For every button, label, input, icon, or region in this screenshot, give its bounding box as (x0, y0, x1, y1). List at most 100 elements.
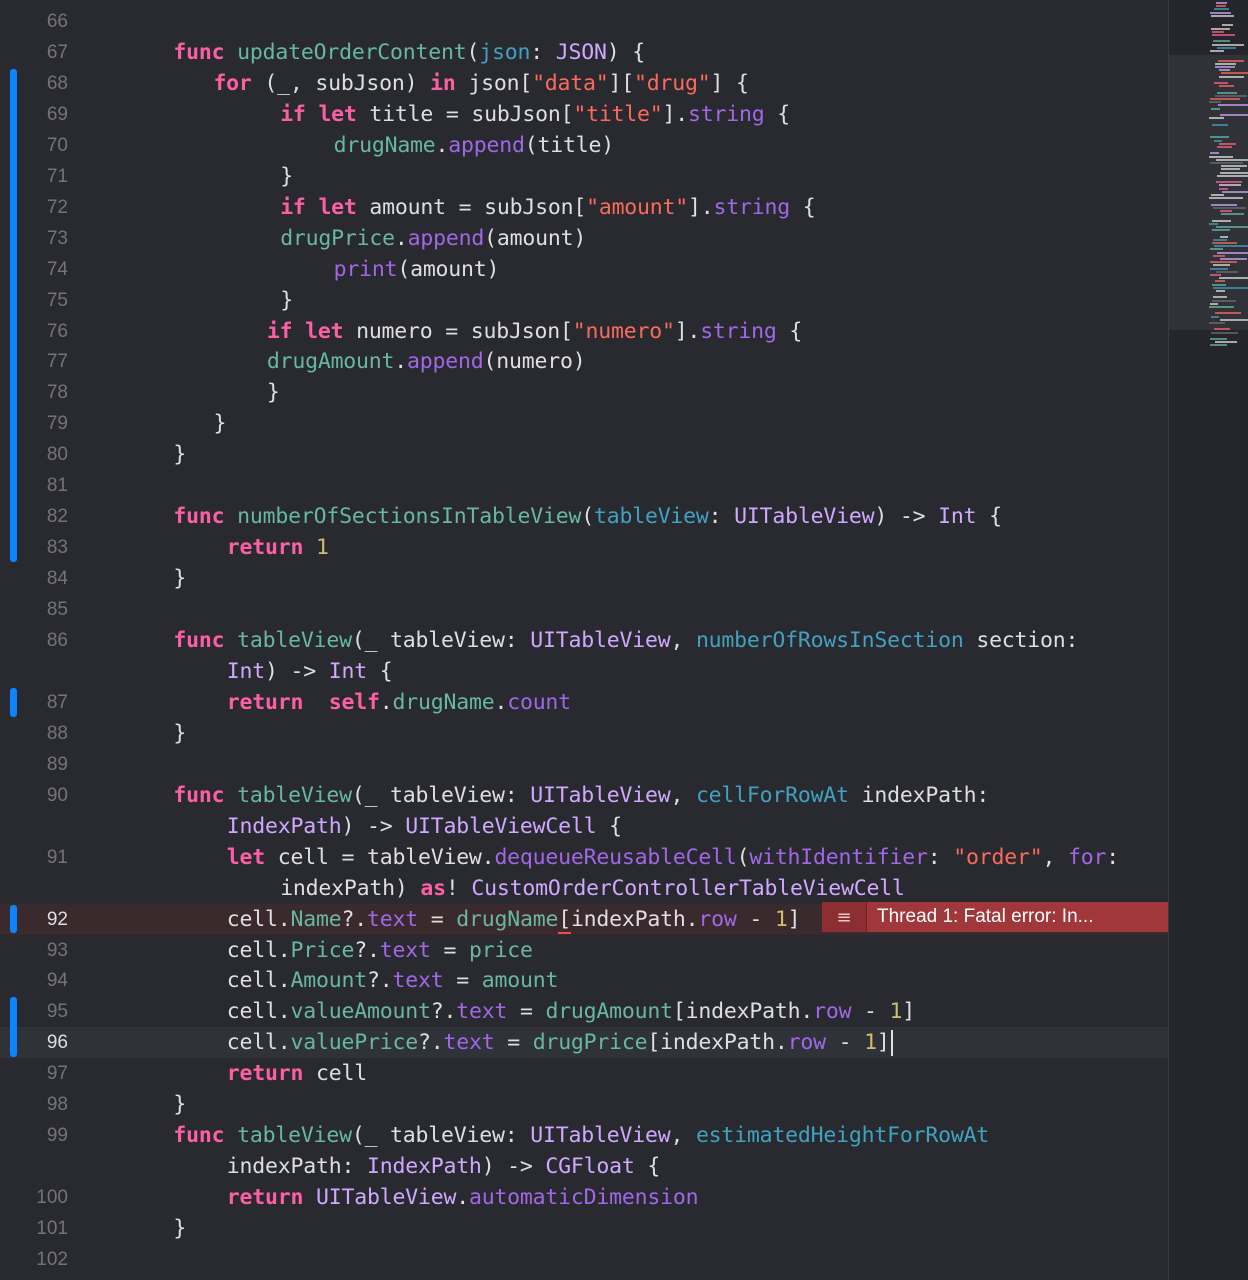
code-line[interactable]: 73 drugPrice.append(amount) (0, 223, 1168, 254)
code-line[interactable]: 76 if let numero = subJson["numero"].stri… (0, 316, 1168, 347)
code-text[interactable]: Int) -> Int { (227, 656, 393, 687)
code-text[interactable]: cell.valueAmount?.text = drugAmount[inde… (227, 996, 915, 1027)
code-line[interactable]: 74 print(amount) (0, 254, 1168, 285)
code-text[interactable]: drugPrice.append(amount) (280, 223, 586, 254)
change-bar[interactable] (10, 687, 17, 717)
line-number[interactable]: 102 (0, 1244, 68, 1275)
line-number[interactable]: 89 (0, 749, 68, 780)
line-number[interactable]: 90 (0, 780, 68, 811)
code-line[interactable]: 81 (0, 470, 1168, 501)
code-text[interactable]: indexPath) as! CustomOrderControllerTabl… (280, 873, 905, 904)
line-number[interactable]: 86 (0, 625, 68, 656)
code-line[interactable]: 99 func tableView(_ tableView: UITableVie… (0, 1120, 1168, 1151)
code-line[interactable]: 101} (0, 1213, 1168, 1244)
code-text[interactable]: } (280, 161, 293, 192)
code-line[interactable]: 88} (0, 718, 1168, 749)
code-line[interactable]: 70 drugName.append(title) (0, 130, 1168, 161)
code-text[interactable]: let cell = tableView.dequeueReusableCell… (227, 842, 1119, 873)
code-line[interactable]: 67 func updateOrderContent(json: JSON) { (0, 37, 1168, 68)
line-number[interactable]: 67 (0, 37, 68, 68)
code-line[interactable]: 98} (0, 1089, 1168, 1120)
code-text[interactable]: cell.Price?.text = price (227, 935, 533, 966)
code-line[interactable]: 86 func tableView(_ tableView: UITableVie… (0, 625, 1168, 656)
line-number[interactable]: 94 (0, 965, 68, 996)
code-line[interactable]: 84} (0, 563, 1168, 594)
line-number[interactable]: 91 (0, 842, 68, 873)
code-line[interactable]: 89 (0, 749, 1168, 780)
code-line[interactable]: 102 (0, 1244, 1168, 1275)
code-text[interactable]: drugAmount.append(numero) (267, 346, 586, 377)
code-text[interactable]: print(amount) (334, 254, 500, 285)
line-number[interactable]: 98 (0, 1089, 68, 1120)
line-number[interactable]: 88 (0, 718, 68, 749)
code-line[interactable]: 77 drugAmount.append(numero) (0, 346, 1168, 377)
line-number[interactable]: 97 (0, 1058, 68, 1089)
line-number[interactable]: 93 (0, 935, 68, 966)
code-line[interactable]: 91 let cell = tableView.dequeueReusableCe… (0, 842, 1168, 873)
code-line[interactable]: 96 cell.valuePrice?.text = drugPrice[inde… (0, 1027, 1168, 1059)
code-line[interactable]: 83 return 1 (0, 532, 1168, 563)
code-line[interactable]: 97 return cell (0, 1058, 1168, 1089)
line-number[interactable]: 100 (0, 1182, 68, 1213)
code-text[interactable]: } (280, 285, 293, 316)
code-text[interactable]: return UITableView.automaticDimension (227, 1182, 699, 1213)
code-text[interactable]: cell.Name?.text = drugName[indexPath.row… (227, 904, 801, 935)
code-text[interactable]: func tableView(_ tableView: UITableView,… (173, 780, 989, 811)
code-text[interactable]: cell.Amount?.text = amount (227, 965, 559, 996)
code-text[interactable]: func tableView(_ tableView: UITableView,… (173, 1120, 989, 1151)
code-line[interactable]: indexPath: IndexPath) -> CGFloat { (0, 1151, 1168, 1182)
code-line[interactable]: 80} (0, 439, 1168, 470)
code-text[interactable]: if let numero = subJson["numero"].string… (267, 316, 803, 347)
code-text[interactable]: cell.valuePrice?.text = drugPrice[indexP… (227, 1027, 893, 1058)
code-text[interactable]: } (173, 1089, 186, 1120)
code-line[interactable]: 78} (0, 377, 1168, 408)
code-text[interactable]: IndexPath) -> UITableViewCell { (227, 811, 622, 842)
code-text[interactable]: } (173, 563, 186, 594)
code-line[interactable]: 79} (0, 408, 1168, 439)
code-text[interactable]: } (173, 1213, 186, 1244)
error-annotation[interactable]: ≡ Thread 1: Fatal error: In... (822, 902, 1168, 932)
code-line[interactable]: 95 cell.valueAmount?.text = drugAmount[in… (0, 996, 1168, 1027)
change-bar[interactable] (10, 68, 17, 563)
line-number[interactable]: 99 (0, 1120, 68, 1151)
code-text[interactable]: } (173, 439, 186, 470)
code-editor[interactable]: 66 67 func updateOrderContent(json: JSON) … (0, 0, 1248, 1280)
code-text[interactable]: } (213, 408, 226, 439)
code-line[interactable]: 85 (0, 594, 1168, 625)
code-line[interactable]: 71} (0, 161, 1168, 192)
code-line[interactable]: 87 return self.drugName.count (0, 687, 1168, 718)
code-line[interactable]: 69 if let title = subJson["title"].string… (0, 99, 1168, 130)
line-number[interactable]: 66 (0, 6, 68, 37)
change-bar[interactable] (10, 904, 17, 934)
code-line[interactable]: 68 for (_, subJson) in json["data"]["drug… (0, 68, 1168, 99)
code-text[interactable]: if let title = subJson["title"].string { (280, 99, 790, 130)
code-text[interactable]: } (173, 718, 186, 749)
minimap[interactable] (1168, 0, 1248, 1280)
code-text[interactable]: } (267, 377, 280, 408)
code-line[interactable]: 94 cell.Amount?.text = amount (0, 965, 1168, 996)
code-line[interactable]: Int) -> Int { (0, 656, 1168, 687)
code-text[interactable]: func tableView(_ tableView: UITableView,… (173, 625, 1078, 656)
list-icon[interactable]: ≡ (822, 902, 867, 932)
line-number[interactable]: 101 (0, 1213, 68, 1244)
code-text[interactable]: return cell (227, 1058, 367, 1089)
code-text[interactable]: return 1 (227, 532, 329, 563)
code-text[interactable]: if let amount = subJson["amount"].string… (280, 192, 816, 223)
code-line[interactable]: indexPath) as! CustomOrderControllerTabl… (0, 873, 1168, 904)
code-text[interactable]: indexPath: IndexPath) -> CGFloat { (227, 1151, 661, 1182)
change-bar[interactable] (10, 997, 17, 1058)
code-line[interactable]: 82 func numberOfSectionsInTableView(table… (0, 501, 1168, 532)
code-line[interactable]: 100 return UITableView.automaticDimension (0, 1182, 1168, 1213)
code-line[interactable]: 90 func tableView(_ tableView: UITableVie… (0, 780, 1168, 811)
code-line[interactable]: 72 if let amount = subJson["amount"].stri… (0, 192, 1168, 223)
code-line[interactable]: 75} (0, 285, 1168, 316)
code-text[interactable]: drugName.append(title) (334, 130, 615, 161)
code-text[interactable]: return self.drugName.count (227, 687, 571, 718)
code-text[interactable]: for (_, subJson) in json["data"]["drug"]… (213, 68, 748, 99)
code-line[interactable]: IndexPath) -> UITableViewCell { (0, 811, 1168, 842)
code-line[interactable]: 66 (0, 6, 1168, 37)
code-text[interactable]: func numberOfSectionsInTableView(tableVi… (173, 501, 1002, 532)
line-number[interactable]: 84 (0, 563, 68, 594)
code-line[interactable]: 93 cell.Price?.text = price (0, 935, 1168, 966)
line-number[interactable]: 85 (0, 594, 68, 625)
